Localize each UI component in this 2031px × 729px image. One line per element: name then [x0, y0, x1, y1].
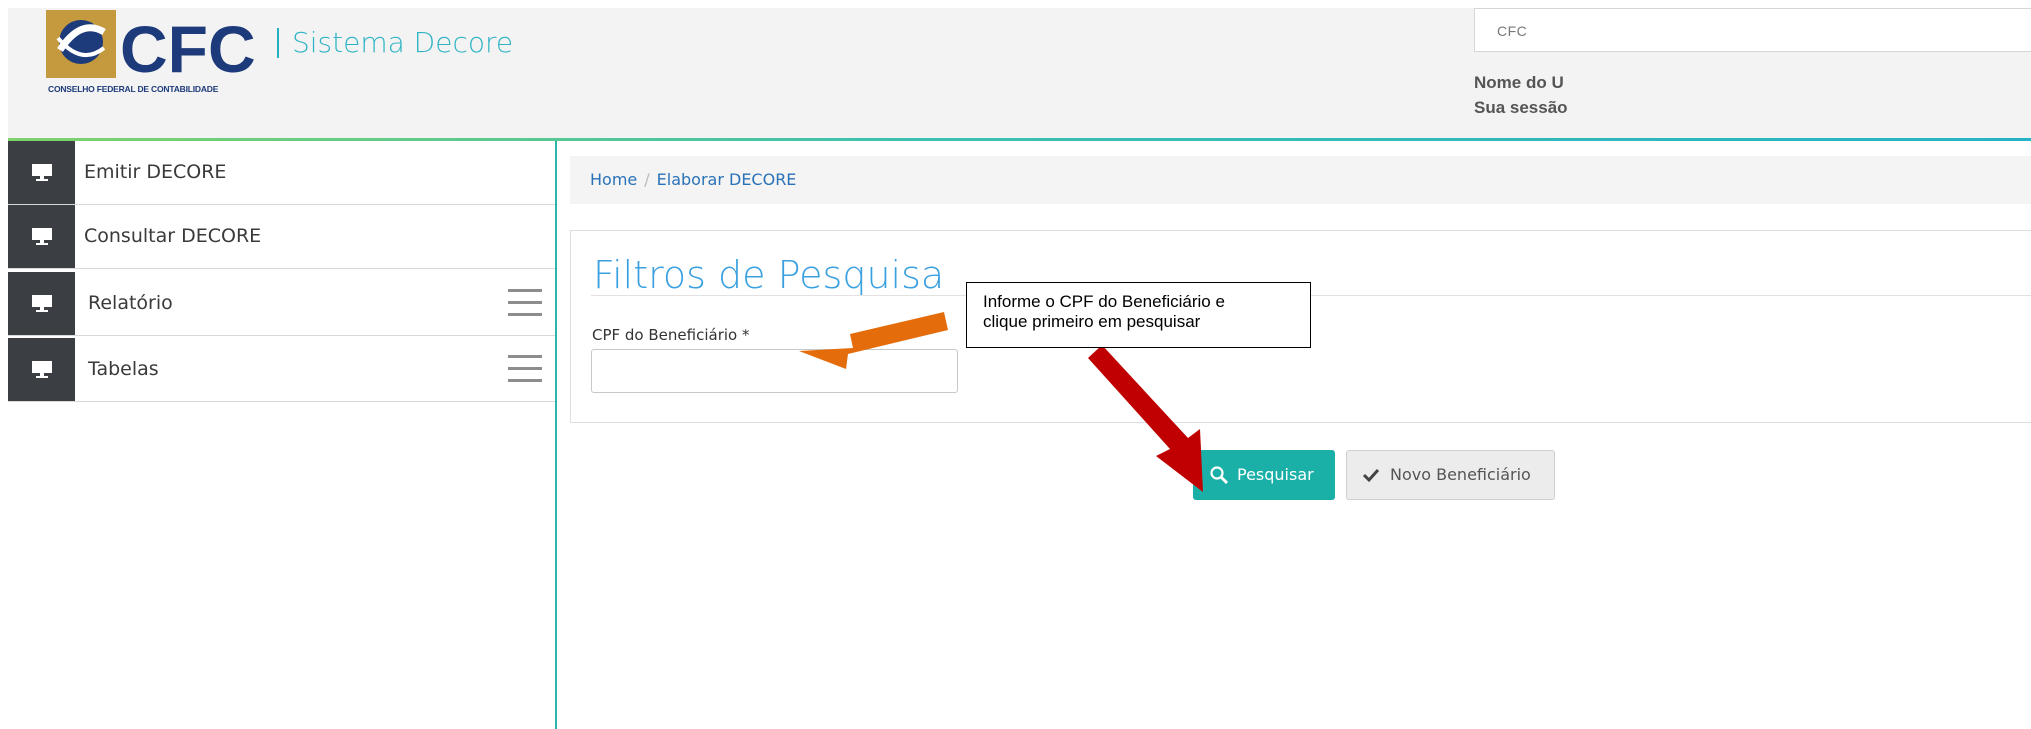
panel-title: Filtros de Pesquisa	[593, 253, 945, 297]
breadcrumb-separator: /	[644, 170, 650, 189]
sidebar-item-label: Emitir DECORE	[84, 161, 227, 183]
cpf-input[interactable]	[591, 349, 958, 393]
hamburger-menu-icon[interactable]	[508, 355, 542, 383]
callout-line-1: Informe o CPF do Beneficiário e	[983, 292, 1225, 311]
cfc-logo[interactable]: CFC CONSELHO FEDERAL DE CONTABILIDADE	[46, 10, 276, 120]
sidebar-item-label: Tabelas	[88, 358, 159, 380]
breadcrumb: Home / Elaborar DECORE	[570, 156, 2031, 204]
sidebar: Emitir DECORE Consultar DECORE Relatório…	[8, 141, 555, 729]
search-button[interactable]: Pesquisar	[1193, 450, 1335, 500]
callout-line-2: clique primeiro em pesquisar	[983, 312, 1201, 331]
header: CFC CONSELHO FEDERAL DE CONTABILIDADE Si…	[8, 8, 2031, 138]
new-beneficiary-button-label: Novo Beneficiário	[1390, 465, 1531, 484]
sidebar-divider	[555, 141, 557, 729]
page: CFC CONSELHO FEDERAL DE CONTABILIDADE Si…	[8, 8, 2031, 729]
sidebar-item-consultar-decore[interactable]: Consultar DECORE	[8, 205, 555, 269]
monitor-icon	[32, 228, 52, 245]
search-button-label: Pesquisar	[1237, 465, 1314, 484]
monitor-icon	[32, 295, 52, 312]
search-icon	[1210, 466, 1229, 485]
sidebar-item-emitir-decore[interactable]: Emitir DECORE	[8, 141, 555, 205]
hamburger-menu-icon[interactable]	[508, 289, 542, 317]
sidebar-item-label: Consultar DECORE	[84, 225, 262, 247]
sidebar-item-relatorio[interactable]: Relatório	[8, 272, 555, 336]
new-beneficiary-button[interactable]: Novo Beneficiário	[1346, 450, 1555, 500]
title-divider	[591, 295, 2031, 296]
cpf-field-label: CPF do Beneficiário *	[592, 326, 750, 344]
monitor-icon	[32, 361, 52, 378]
logo-subtitle: CONSELHO FEDERAL DE CONTABILIDADE	[48, 84, 219, 94]
annotation-callout: Informe o CPF do Beneficiário e clique p…	[966, 282, 1311, 348]
monitor-icon	[32, 164, 52, 181]
breadcrumb-home-link[interactable]: Home	[590, 170, 637, 189]
svg-text:CFC: CFC	[120, 12, 256, 86]
org-select[interactable]: CFC	[1474, 8, 2031, 52]
sidebar-item-tabelas[interactable]: Tabelas	[8, 338, 555, 402]
app-title: Sistema Decore	[292, 26, 514, 59]
sidebar-item-label: Relatório	[88, 292, 173, 314]
session-timer: Sua sessão	[1474, 98, 1568, 117]
logo-divider	[277, 28, 279, 58]
checkmark-icon	[1362, 468, 1380, 483]
user-name: Nome do U	[1474, 73, 1564, 92]
breadcrumb-current[interactable]: Elaborar DECORE	[657, 170, 797, 189]
